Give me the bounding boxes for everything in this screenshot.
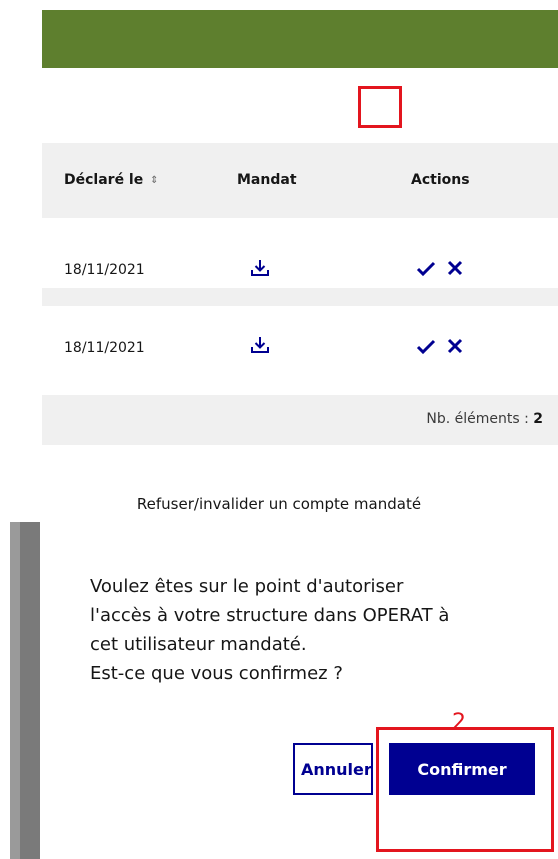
cancel-button[interactable]: Annuler [293,743,373,795]
modal-line: Voulez êtes sur le point d'autoriser [90,576,404,597]
check-icon[interactable] [415,257,437,279]
modal-line: Est-ce que vous confirmez ? [90,663,343,684]
item-count: Nb. éléments : 2 [426,411,543,427]
highlight-validate-box [358,86,402,128]
table-header: Déclaré le ⇕ Mandat Actions [42,143,558,218]
close-icon[interactable] [446,337,464,355]
item-count-value: 2 [533,411,543,427]
mandates-table: Déclaré le ⇕ Mandat Actions 18/11/2021 1… [42,143,558,376]
table-footer: Nb. éléments : 2 [42,395,558,445]
table-row: 18/11/2021 [42,306,558,376]
item-count-label: Nb. éléments : [426,411,534,427]
download-icon[interactable] [250,258,270,278]
modal-message: Voulez êtes sur le point d'autoriser l'a… [90,572,550,688]
row-separator [42,288,558,306]
confirm-button[interactable]: Confirmer [389,743,535,795]
close-icon[interactable] [446,259,464,277]
top-header-bar [42,10,558,68]
check-icon[interactable] [415,335,437,357]
column-declared-label: Déclaré le [64,172,144,188]
caption: Refuser/invalider un compte mandaté [136,495,422,513]
column-mandate: Mandat [237,172,297,188]
modal-line: l'accès à votre structure dans OPERAT à [90,605,450,626]
declared-date: 18/11/2021 [64,340,145,356]
sort-icon[interactable]: ⇕ [150,175,158,186]
modal-line: cet utilisateur mandaté. [90,634,307,655]
column-declared[interactable]: Déclaré le ⇕ [64,172,159,188]
download-icon[interactable] [250,335,270,355]
column-actions: Actions [411,172,470,188]
declared-date: 18/11/2021 [64,262,145,278]
table-row: 18/11/2021 [42,218,558,288]
modal-backdrop [10,522,40,859]
